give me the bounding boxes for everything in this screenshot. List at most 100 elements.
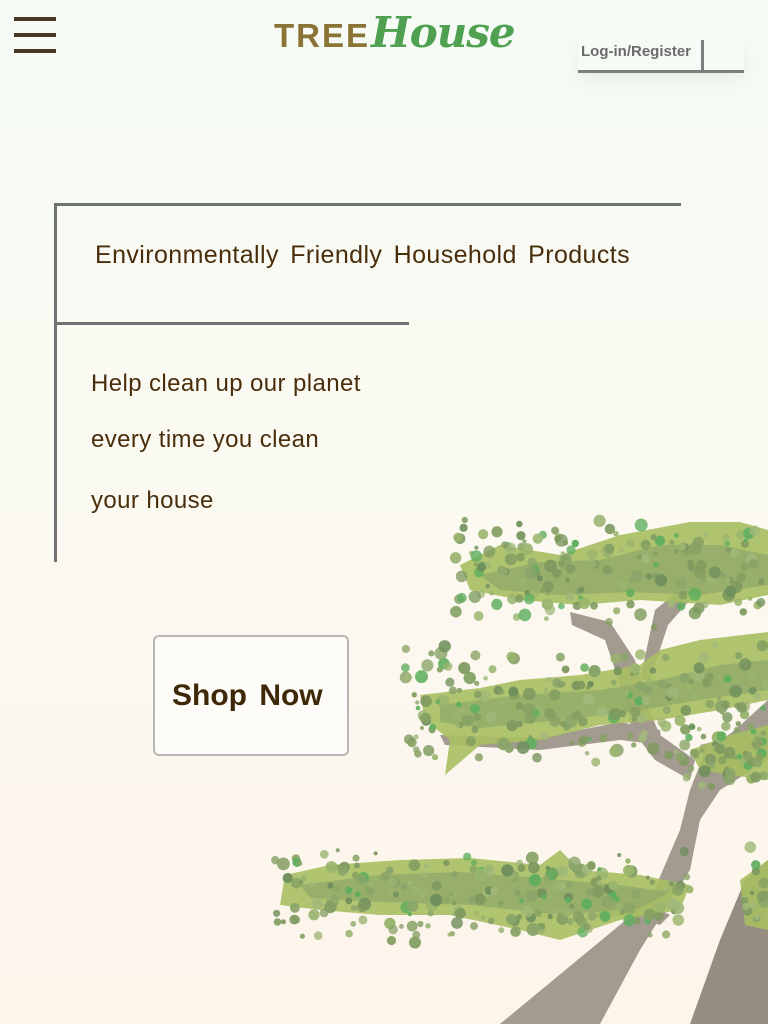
foliage-dot (615, 903, 623, 911)
foliage-dot (528, 735, 533, 740)
foliage-dot (555, 534, 568, 547)
login-register-link[interactable]: Log-in/Register (581, 43, 691, 60)
foliage-dot (536, 888, 547, 898)
foliage-dot (358, 872, 369, 883)
foliage-dot (355, 874, 367, 885)
foliage-dot (630, 889, 641, 899)
foliage-dot (562, 555, 568, 561)
foliage-dot (730, 580, 743, 594)
foliage-dot (665, 887, 671, 893)
foliage-dot (697, 781, 706, 790)
foliage-dot (525, 851, 539, 865)
foliage-dot (518, 608, 532, 622)
foliage-dot (668, 694, 674, 700)
foliage-dot (625, 865, 638, 878)
foliage-dot (672, 902, 685, 915)
foliage-dot (447, 932, 452, 937)
foliage-dot (415, 700, 420, 705)
foliage-dot (750, 728, 757, 735)
foliage-dot (704, 753, 716, 766)
foliage-dot (478, 529, 489, 540)
foliage-dot (531, 709, 540, 717)
foliage-dot (504, 541, 512, 549)
foliage-dot (721, 721, 731, 731)
foliage-dot (597, 706, 608, 718)
foliage-dot (614, 896, 621, 903)
foliage-dot (749, 525, 760, 537)
foliage-dot (645, 875, 650, 880)
hamburger-menu-icon-bar (14, 49, 56, 53)
frame-left-line (54, 203, 57, 562)
foliage-dot (651, 623, 658, 631)
foliage-dot (705, 672, 714, 682)
foliage-dot (443, 859, 450, 867)
foliage-dot (516, 520, 523, 528)
tree-trunk (500, 700, 768, 1024)
shop-now-button[interactable]: Shop Now (153, 635, 349, 756)
foliage-dot (722, 769, 732, 779)
menu-button[interactable] (14, 17, 57, 55)
foliage-dot (431, 754, 439, 761)
foliage-dot (671, 907, 678, 915)
foliage-dot (707, 580, 714, 587)
foliage-dot (665, 682, 673, 691)
foliage-dot (356, 901, 368, 913)
foliage-dot (421, 716, 431, 726)
foliage-dot (421, 659, 434, 672)
foliage-dot (336, 864, 341, 870)
foliage-dot (355, 891, 361, 898)
foliage-dot (488, 665, 497, 674)
foliage-dot (438, 657, 450, 670)
foliage-dot (563, 892, 574, 902)
foliage-dot (339, 861, 350, 873)
foliage-dot (623, 864, 635, 876)
foliage-dot (510, 926, 521, 937)
foliage-dot (533, 706, 545, 717)
foliage-dot (491, 526, 503, 538)
foliage-dot (478, 690, 491, 703)
foliage-dot (547, 560, 557, 570)
foliage-dot (715, 700, 728, 714)
foliage-dot (654, 535, 666, 546)
foliage-dot (618, 709, 627, 718)
foliage-dot (705, 574, 718, 587)
foliage-dot (587, 911, 597, 921)
foliage-dot (623, 914, 636, 927)
foliage-dot (546, 677, 552, 682)
foliage-dot (465, 736, 476, 747)
foliage-dot (651, 572, 659, 580)
foliage-dot (371, 875, 379, 882)
foliage-dot (750, 771, 762, 783)
foliage-dot (701, 601, 709, 609)
frame-top-line (55, 203, 681, 206)
foliage-dot (555, 652, 565, 662)
foliage-dot (589, 560, 597, 568)
foliage-dot (498, 688, 505, 695)
foliage-dot (753, 733, 766, 746)
foliage-dot (636, 713, 647, 724)
foliage-dot (470, 650, 481, 661)
logo[interactable]: TREE House (274, 8, 516, 60)
foliage-dot (729, 684, 743, 698)
foliage-dot (722, 533, 730, 542)
foliage-dot (541, 894, 547, 900)
foliage-dot (497, 737, 510, 751)
foliage-dot (388, 925, 398, 935)
foliage-dot (505, 542, 517, 555)
foliage-dot (335, 848, 340, 853)
foliage-dot (451, 917, 463, 929)
foliage-dot (333, 885, 339, 892)
foliage-dot (470, 859, 477, 866)
foliage-dot (458, 662, 471, 675)
foliage-dot (556, 865, 569, 878)
foliage-dot (631, 716, 638, 722)
foliage-dot (523, 593, 535, 605)
foliage-dot (640, 729, 648, 737)
foliage-dot (571, 680, 582, 691)
foliage-dot (516, 531, 526, 541)
foliage-dot (665, 694, 673, 701)
foliage-dot (544, 616, 549, 621)
foliage-dot (553, 880, 563, 891)
foliage-dot (648, 915, 654, 921)
foliage-dot (587, 549, 598, 560)
